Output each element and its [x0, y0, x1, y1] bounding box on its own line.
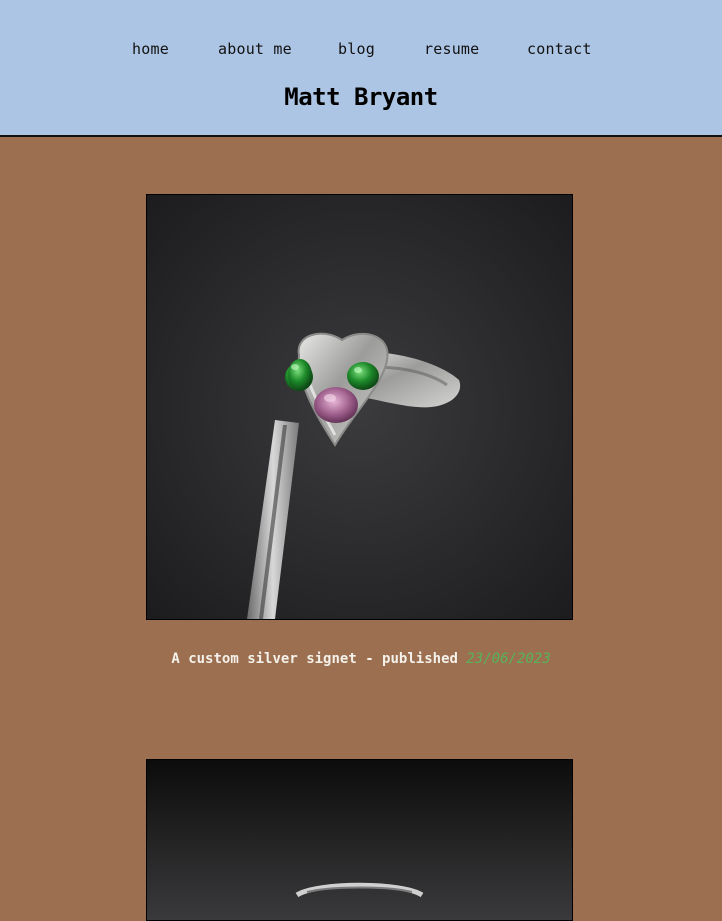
- post-caption: A custom silver signet - published 23/06…: [0, 651, 722, 667]
- nav-link-blog[interactable]: blog: [338, 40, 375, 58]
- nav-link-home[interactable]: home: [132, 40, 169, 58]
- nav-link-about-me[interactable]: about me: [218, 40, 292, 58]
- next-post-photo: [147, 760, 572, 920]
- site-title[interactable]: Matt Bryant: [0, 83, 722, 111]
- post-image-next[interactable]: [146, 759, 573, 921]
- signet-ring-photo: [147, 195, 572, 619]
- post-image-signet-ring[interactable]: [146, 194, 573, 620]
- post-caption-text: A custom silver signet - published: [171, 651, 458, 667]
- nav-link-resume[interactable]: resume: [424, 40, 479, 58]
- post-date: 23/06/2023: [466, 651, 551, 667]
- main-nav: home about me blog resume contact: [0, 40, 722, 62]
- nav-link-contact[interactable]: contact: [527, 40, 592, 58]
- site-header: home about me blog resume contact Matt B…: [0, 0, 722, 137]
